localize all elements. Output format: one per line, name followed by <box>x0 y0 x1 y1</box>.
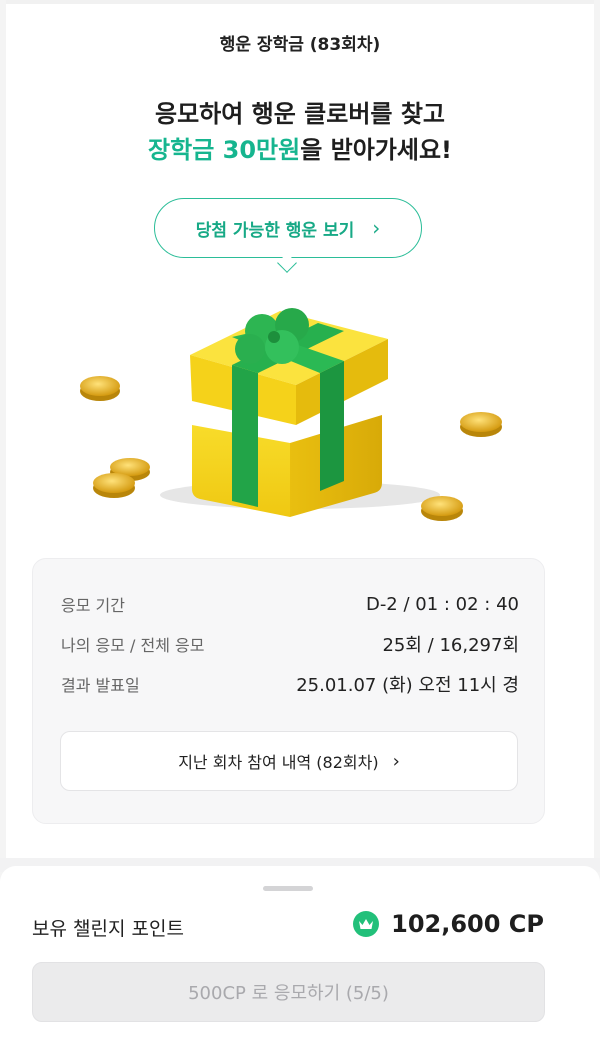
coin-4 <box>460 412 502 437</box>
hero-headline: 응모하여 행운 클로버를 찾고 장학금 30만원을 받아가세요! <box>0 96 600 168</box>
coin-3 <box>93 473 135 498</box>
entries-label: 나의 응모 / 전체 응모 <box>61 636 205 655</box>
past-history-label: 지난 회차 참여 내역 (82회차) <box>178 753 379 772</box>
period-label: 응모 기간 <box>61 596 125 615</box>
result-date-label: 결과 발표일 <box>61 676 140 695</box>
headline-rest: 을 받아가세요! <box>300 136 452 164</box>
info-row-entries: 나의 응모 / 전체 응모 25회 / 16,297회 <box>61 629 519 659</box>
past-history-button[interactable]: 지난 회차 참여 내역 (82회차) › <box>60 731 518 791</box>
drag-handle[interactable] <box>263 886 313 891</box>
chevron-right-icon: › <box>372 216 381 240</box>
apply-label: 500CP 로 응모하기 (5/5) <box>188 983 389 1004</box>
headline-line1: 응모하여 행운 클로버를 찾고 <box>154 100 446 128</box>
bottom-sheet: 보유 챌린지 포인트 102,600 CP 500CP 로 응모하기 (5/5) <box>0 866 600 1041</box>
page-title: 행운 장학금 (83회차) <box>219 35 381 55</box>
coin-5 <box>421 496 463 521</box>
view-lucky-label: 당첨 가능한 행운 보기 <box>195 220 355 241</box>
entries-value: 25회 / 16,297회 <box>382 635 519 656</box>
crown-coin-icon <box>353 911 380 937</box>
ribbon-front <box>232 365 258 507</box>
result-date-value: 25.01.07 (화) 오전 11시 경 <box>296 675 519 696</box>
coin-1 <box>80 376 120 401</box>
points-label: 보유 챌린지 포인트 <box>32 918 184 940</box>
gift-box-illustration <box>80 308 502 521</box>
headline-line2: 장학금 30만원을 받아가세요! <box>0 132 600 168</box>
top-edge <box>0 0 600 4</box>
chevron-right-icon: › <box>392 750 400 772</box>
headline-accent: 장학금 30만원 <box>148 136 301 164</box>
points-value: 102,600 CP <box>353 910 544 938</box>
ribbon-side <box>320 361 344 491</box>
apply-button[interactable]: 500CP 로 응모하기 (5/5) <box>32 962 545 1022</box>
period-value: D-2 / 01 : 02 : 40 <box>365 593 519 615</box>
info-row-result-date: 결과 발표일 25.01.07 (화) 오전 11시 경 <box>61 669 519 699</box>
points-amount: 102,600 CP <box>391 910 544 938</box>
view-lucky-button[interactable]: 당첨 가능한 행운 보기 › <box>154 198 422 258</box>
entry-info-card: 응모 기간 D-2 / 01 : 02 : 40 나의 응모 / 전체 응모 2… <box>32 558 545 824</box>
info-row-period: 응모 기간 D-2 / 01 : 02 : 40 <box>61 589 519 619</box>
